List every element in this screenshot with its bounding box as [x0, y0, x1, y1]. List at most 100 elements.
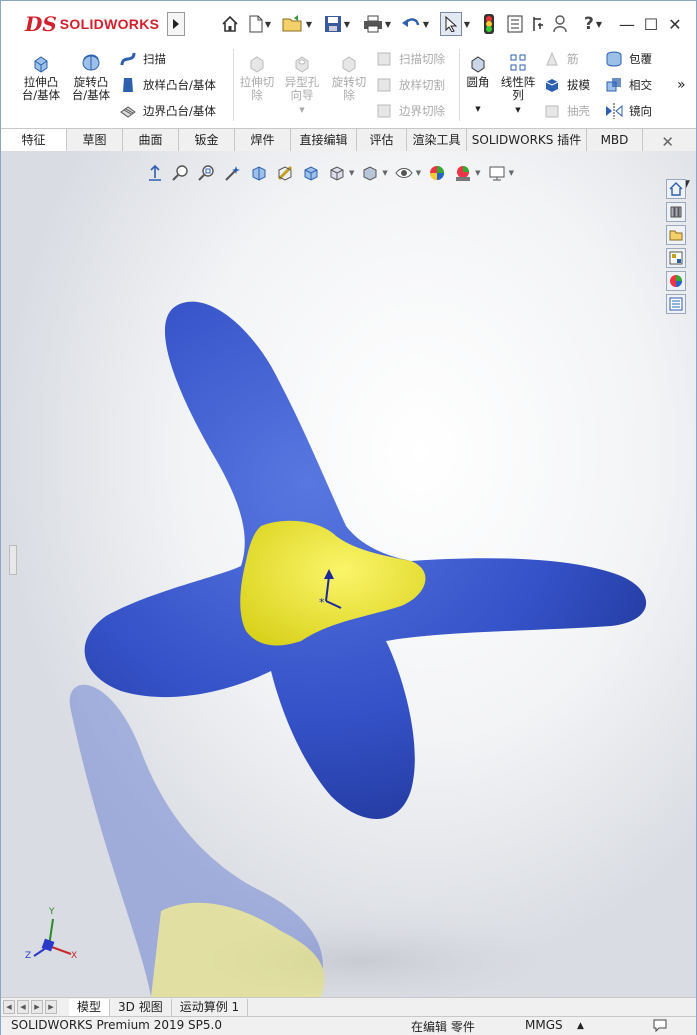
view-palette-tab[interactable]	[666, 248, 686, 268]
feature-manager-handle[interactable]	[9, 545, 17, 575]
hole-wizard-button[interactable]: 异型孔 向导 ▼	[281, 53, 323, 117]
box-icon	[363, 166, 377, 181]
tab-evaluate[interactable]: 评估	[357, 129, 407, 151]
display-style-button[interactable]	[327, 163, 347, 183]
tab-features[interactable]: 特征	[1, 129, 67, 151]
home-icon	[669, 182, 683, 196]
next-tab-button[interactable]: ▶	[31, 1000, 43, 1014]
maximize-button[interactable]: ☐	[641, 11, 661, 37]
options-button[interactable]	[529, 11, 547, 37]
intersect-label: 相交	[629, 78, 652, 92]
tab-sketch[interactable]: 草图	[67, 129, 123, 151]
help-button[interactable]: ? ▼	[577, 11, 609, 37]
close-button[interactable]: ✕	[665, 11, 685, 37]
mirror-button[interactable]: 镜向	[605, 101, 652, 121]
undo-button[interactable]: ▼	[397, 11, 433, 37]
chevron-down-icon[interactable]: ▼	[349, 169, 354, 177]
view-settings-button[interactable]	[487, 163, 507, 183]
dynamic-annotation-button[interactable]	[275, 163, 295, 183]
fillet-button[interactable]: 圆角 ▼	[463, 53, 493, 116]
zoom-area-button[interactable]	[197, 163, 217, 183]
design-library-tab[interactable]	[666, 202, 686, 222]
separator	[459, 49, 460, 121]
solidworks-window: DS SOLIDWORKS ▼ ▼ ▼ ▼ ▼ ▼ ? ▼ — ☐ ✕ 拉伸凸 …	[0, 0, 697, 1035]
appearance-sphere-icon	[430, 166, 445, 180]
chevron-down-icon: ▼	[264, 19, 272, 29]
swept-cut-button[interactable]: 扫描切除	[375, 49, 445, 69]
save-button[interactable]: ▼	[319, 11, 355, 37]
previous-view-wand-button[interactable]	[223, 163, 243, 183]
chevron-down-icon[interactable]: ▼	[382, 169, 387, 177]
part-body[interactable]	[84, 301, 647, 819]
revolve-boss-button[interactable]: 旋转凸 台/基体	[69, 53, 113, 102]
view-orientation-button[interactable]	[301, 163, 321, 183]
axis-x-label: X	[71, 951, 78, 961]
tab-weldments[interactable]: 焊件	[235, 129, 291, 151]
save-icon	[324, 16, 341, 32]
linear-pattern-button[interactable]: 线性阵 列 ▼	[497, 53, 539, 117]
zoom-to-fit-button[interactable]	[171, 163, 191, 183]
last-tab-button[interactable]: ▶	[45, 1000, 57, 1014]
open-button[interactable]: ▼	[279, 11, 315, 37]
revolve-cut-button[interactable]: 旋转切 除	[327, 53, 371, 102]
tab-render-tools[interactable]: 渲染工具	[407, 129, 467, 151]
tab-mbd[interactable]: MBD	[587, 129, 643, 151]
tab-3d-views[interactable]: 3D 视图	[110, 998, 172, 1016]
boundary-cut-button[interactable]: 边界切除	[375, 101, 445, 121]
custom-properties-tab[interactable]	[666, 294, 686, 314]
apply-scene-button[interactable]	[453, 163, 473, 183]
user-icon	[553, 15, 567, 33]
loft-boss-button[interactable]: 放样凸台/基体	[119, 75, 216, 95]
tab-sheet-metal[interactable]: 钣金	[179, 129, 235, 151]
unit-system[interactable]: MMGS	[525, 1018, 563, 1032]
intersect-button[interactable]: 相交	[605, 75, 652, 95]
tab-direct-editing[interactable]: 直接编辑	[291, 129, 357, 151]
close-tab-icon[interactable]: ✕	[661, 133, 674, 151]
file-explorer-tab[interactable]	[666, 225, 686, 245]
hide-items-button[interactable]	[394, 163, 414, 183]
draft-button[interactable]: 拔模	[543, 75, 590, 95]
more-commands-button[interactable]: »	[677, 75, 686, 95]
new-document-icon	[249, 15, 263, 33]
rib-button[interactable]: 筋	[543, 49, 579, 69]
lofted-cut-button[interactable]: 放样切割	[375, 75, 445, 95]
hide-show-button[interactable]	[360, 163, 380, 183]
select-button[interactable]: ▼	[437, 11, 473, 37]
file-properties-button[interactable]	[505, 11, 525, 37]
tab-surfaces[interactable]: 曲面	[123, 129, 179, 151]
previous-view-button[interactable]	[145, 163, 165, 183]
sweep-button[interactable]: 扫描	[119, 49, 166, 69]
prev-tab-button[interactable]: ◀	[17, 1000, 29, 1014]
chevron-down-icon[interactable]: ▼	[509, 169, 514, 177]
traffic-light-icon	[484, 14, 494, 34]
graphics-area[interactable]: * Y X Z ▼ ▼ ▼ ▼ ▼	[1, 151, 696, 997]
rebuild-button[interactable]	[479, 11, 499, 37]
edit-appearance-button[interactable]	[427, 163, 447, 183]
section-view-button[interactable]	[249, 163, 269, 183]
solidworks-logo[interactable]: DS SOLIDWORKS	[25, 12, 159, 36]
tooltip-toggle-icon[interactable]	[653, 1018, 667, 1035]
library-icon	[670, 206, 682, 218]
wrap-button[interactable]: 包覆	[605, 49, 652, 69]
extrude-cut-button[interactable]: 拉伸切 除	[237, 53, 277, 102]
extrude-boss-button[interactable]: 拉伸凸 台/基体	[19, 53, 63, 102]
folder-icon	[669, 230, 683, 241]
home-button[interactable]	[219, 11, 241, 37]
chevron-up-icon[interactable]: ▲	[577, 1021, 584, 1031]
solidworks-resources-tab[interactable]	[666, 179, 686, 199]
shell-button[interactable]: 抽壳	[543, 101, 590, 121]
boundary-boss-button[interactable]: 边界凸台/基体	[119, 101, 216, 121]
chevron-down-icon[interactable]: ▼	[416, 169, 421, 177]
first-tab-button[interactable]: ◀	[3, 1000, 15, 1014]
appearances-tab[interactable]	[666, 271, 686, 291]
new-document-button[interactable]: ▼	[245, 11, 275, 37]
tab-solidworks-addins[interactable]: SOLIDWORKS 插件	[467, 129, 587, 151]
user-button[interactable]	[551, 11, 569, 37]
tab-motion-study[interactable]: 运动算例 1	[172, 998, 249, 1016]
tab-model[interactable]: 模型	[69, 998, 111, 1016]
menu-expand-button[interactable]	[167, 12, 185, 36]
minimize-button[interactable]: —	[617, 11, 637, 37]
chevron-down-icon[interactable]: ▼	[475, 169, 480, 177]
print-button[interactable]: ▼	[359, 11, 395, 37]
lofted-cut-label: 放样切割	[399, 78, 445, 92]
